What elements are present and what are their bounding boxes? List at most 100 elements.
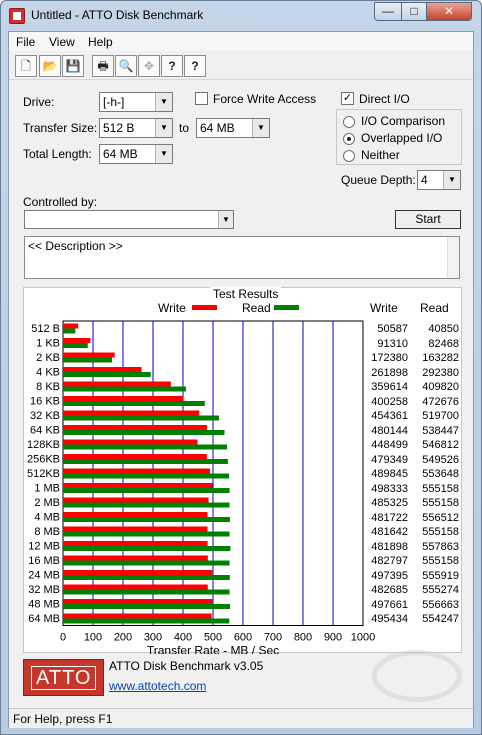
app-window: Untitled - ATTO Disk Benchmark — □ ✕ Fil… <box>0 0 482 735</box>
force-write-checkbox[interactable] <box>195 92 208 105</box>
read-bar <box>63 473 230 479</box>
controlled-by-label: Controlled by: <box>23 195 98 209</box>
app-icon <box>9 8 25 24</box>
minimize-button[interactable]: — <box>374 2 402 21</box>
neither-radio[interactable] <box>343 150 355 162</box>
write-bar <box>63 468 210 474</box>
write-value: 481898 <box>371 540 408 553</box>
x-tick-label: 500 <box>204 632 222 644</box>
x-tick-label: 200 <box>114 632 132 644</box>
read-value: 555158 <box>422 497 459 509</box>
controlled-by-select[interactable]: ▼ <box>24 210 234 229</box>
write-bar <box>63 323 79 329</box>
read-bar <box>63 488 230 493</box>
force-write-label: Force Write Access <box>213 92 317 106</box>
read-bar <box>63 444 228 450</box>
read-value: 555158 <box>422 555 459 567</box>
write-value: 261898 <box>371 366 408 379</box>
atto-logo-text: ATTO <box>31 666 97 690</box>
client-area: File View Help 🗋 📂 💾 🖶 🔍 ✥ ? ? Drive: [-… <box>8 31 474 728</box>
overlapped-io-radio[interactable] <box>343 133 355 145</box>
open-icon[interactable]: 📂 <box>39 55 61 77</box>
title-bar[interactable]: Untitled - ATTO Disk Benchmark — □ ✕ <box>1 1 481 31</box>
write-value: 454361 <box>371 410 408 422</box>
total-length-value: 64 MB <box>103 147 138 161</box>
category-label: 128KB <box>27 439 60 451</box>
read-value: 555274 <box>422 584 459 596</box>
read-bar <box>63 401 205 406</box>
category-label: 2 KB <box>36 352 60 364</box>
atto-logo: ATTO <box>23 659 104 696</box>
print-preview-icon[interactable]: 🔍 <box>115 55 137 77</box>
menu-help[interactable]: Help <box>88 35 113 49</box>
save-icon[interactable]: 💾 <box>62 55 84 77</box>
write-value: 498333 <box>371 482 408 495</box>
transfer-to-select[interactable]: 64 MB ▼ <box>196 118 270 138</box>
category-label: 1 KB <box>36 338 60 350</box>
write-bar <box>63 425 208 430</box>
chevron-down-icon: ▼ <box>218 211 233 228</box>
write-value: 485325 <box>371 497 408 509</box>
category-label: 64 MB <box>28 613 60 625</box>
description-box[interactable]: << Description >> <box>24 236 460 279</box>
toolbar: 🗋 📂 💾 🖶 🔍 ✥ ? ? <box>9 52 473 80</box>
write-bar <box>63 526 208 532</box>
write-values: 50587 91310 172380 261898 359614 400258 454361… <box>362 322 408 627</box>
read-value: 163282 <box>422 352 459 364</box>
transfer-to-value: 64 MB <box>200 121 235 135</box>
write-bar <box>63 396 184 401</box>
description-scrollbar[interactable] <box>447 237 459 278</box>
menu-file[interactable]: File <box>16 35 35 49</box>
io-comparison-radio[interactable] <box>343 116 355 128</box>
x-tick-label: 100 <box>84 632 102 644</box>
maximize-button[interactable]: □ <box>401 2 427 21</box>
write-value: 481722 <box>371 511 408 524</box>
queue-depth-select[interactable]: 4 ▼ <box>417 170 461 190</box>
io-mode-group: I/O Comparison Overlapped I/O Neither <box>336 109 462 165</box>
website-link[interactable]: www.attotech.com <box>109 679 206 693</box>
x-tick-label: 900 <box>324 632 342 644</box>
write-value: 480144 <box>371 424 408 437</box>
direct-io-checkbox[interactable]: ✓ <box>341 92 354 105</box>
write-bar <box>63 570 213 575</box>
close-button[interactable]: ✕ <box>426 2 472 21</box>
write-bar <box>63 338 91 343</box>
read-values: 40850 82468 163282 292380 409820 472676 519700… <box>414 322 459 627</box>
read-bar <box>63 502 230 508</box>
direct-io-label: Direct I/O <box>359 92 410 106</box>
x-tick-label: 700 <box>264 632 282 644</box>
write-bar <box>63 584 208 590</box>
total-length-select[interactable]: 64 MB ▼ <box>99 144 173 164</box>
watermark-logo <box>372 650 462 702</box>
category-label: 32 KB <box>30 410 60 422</box>
write-value: 448499 <box>371 439 408 451</box>
read-value: 40850 <box>428 323 459 335</box>
menu-view[interactable]: View <box>49 35 75 49</box>
write-bar <box>63 410 200 416</box>
print-icon[interactable]: 🖶 <box>92 55 114 77</box>
status-text: For Help, press F1 <box>13 712 113 726</box>
chevron-down-icon: ▼ <box>155 93 172 111</box>
total-length-label: Total Length: <box>23 147 92 161</box>
read-bar <box>63 328 76 334</box>
write-value: 482685 <box>371 584 408 596</box>
start-button[interactable]: Start <box>395 210 461 229</box>
help-icon[interactable]: ? <box>161 55 183 77</box>
move-icon[interactable]: ✥ <box>138 55 160 77</box>
read-bar <box>63 531 230 537</box>
queue-depth-label: Queue Depth: <box>341 173 416 187</box>
drive-select[interactable]: [-h-] ▼ <box>99 92 173 112</box>
description-text: << Description >> <box>28 239 123 253</box>
new-icon[interactable]: 🗋 <box>15 55 37 77</box>
category-label: 4 KB <box>36 367 60 379</box>
to-label: to <box>179 121 190 135</box>
transfer-from-select[interactable]: 512 B ▼ <box>99 118 173 138</box>
read-bar <box>63 546 231 551</box>
transfer-from-value: 512 B <box>103 121 135 135</box>
read-value: 553648 <box>422 468 459 480</box>
x-tick-label: 800 <box>294 632 312 644</box>
context-help-icon[interactable]: ? <box>184 55 206 77</box>
write-bar <box>63 613 212 619</box>
write-bar <box>63 599 213 604</box>
read-value: 556512 <box>422 511 459 524</box>
